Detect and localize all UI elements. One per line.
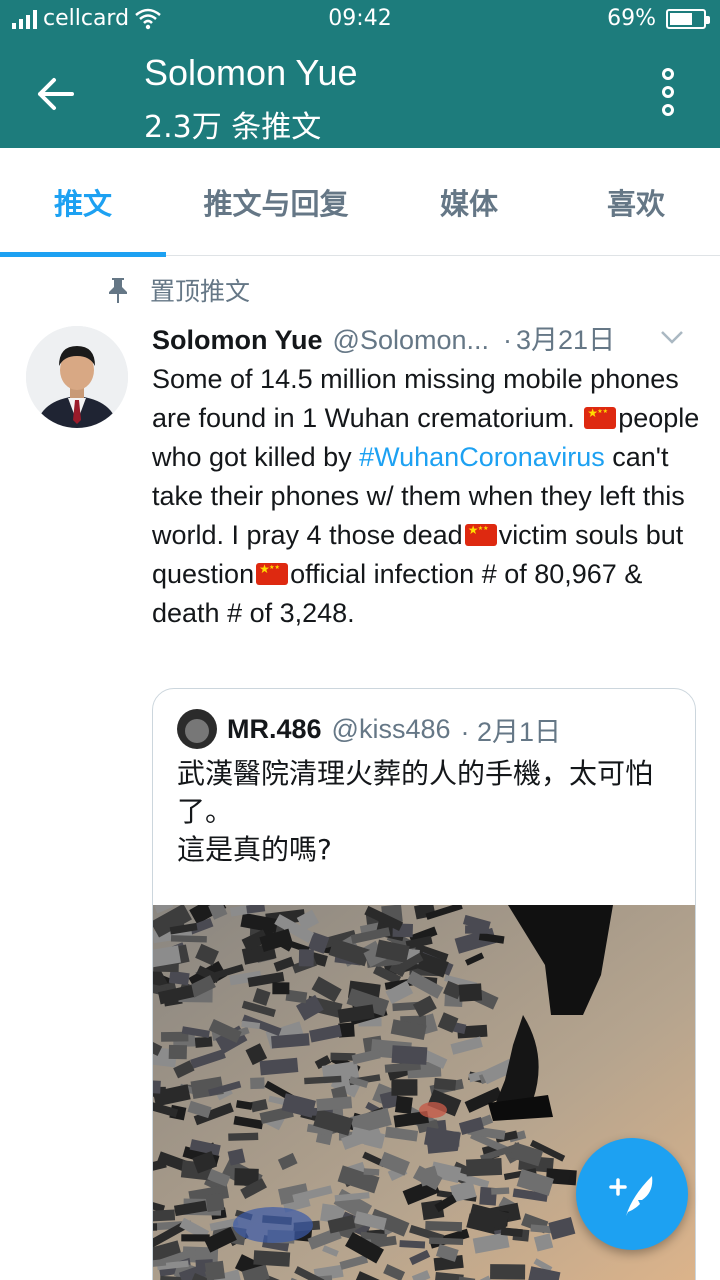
tweet-date[interactable]: 3月21日: [516, 318, 615, 357]
app-bar: Solomon Yue 2.3万 条推文: [0, 38, 720, 148]
phone-shape: [168, 1044, 187, 1060]
quoted-text-line: 這是真的嗎?: [177, 833, 332, 866]
phone-shape: [491, 1187, 510, 1195]
phone-shape: [204, 1260, 226, 1280]
phone-shape: [153, 1079, 161, 1094]
phone-shape: [490, 1264, 526, 1280]
arrow-left-icon[interactable]: [30, 68, 82, 120]
phone-shape: [272, 982, 290, 995]
phone-shape: [330, 1052, 356, 1061]
separator-dot: ·: [503, 325, 513, 355]
battery-level: [670, 12, 693, 25]
phone-shape: [429, 1237, 464, 1245]
phone-shape: [253, 1250, 291, 1267]
quoted-avatar: [177, 709, 217, 749]
quoted-tweet-text: 武漢醫院清理火葬的人的手機，太可怕了。 這是真的嗎?: [177, 755, 677, 869]
phone-shape: [181, 1234, 210, 1242]
more-vertical-icon[interactable]: [656, 68, 680, 116]
compose-tweet-icon: [609, 1176, 653, 1216]
avatar-photo: [26, 326, 128, 428]
tweet-text: Some of 14.5 million missing mobile phon…: [152, 360, 712, 633]
phone-shape: [391, 1045, 428, 1065]
phone-shape: [153, 1223, 158, 1231]
phone-shape: [425, 1221, 463, 1232]
phone-shape: [205, 1193, 225, 1212]
pinned-text: 置顶推文: [150, 277, 251, 306]
phone-shape: [394, 1095, 413, 1115]
avatar[interactable]: [26, 326, 128, 428]
tab-media[interactable]: 媒体: [386, 148, 552, 256]
compose-tweet-button[interactable]: [576, 1138, 688, 1250]
author-handle[interactable]: @Solomon...: [333, 325, 489, 356]
china-flag-emoji: [464, 521, 497, 546]
china-flag-emoji: [584, 404, 617, 429]
phone-shape: [433, 1077, 457, 1091]
author-name[interactable]: Solomon Yue: [152, 325, 323, 356]
tab-tweets[interactable]: 推文: [0, 148, 166, 257]
pin-icon: [109, 278, 127, 303]
status-right: 69%: [607, 6, 710, 31]
phone-shape: [250, 1077, 265, 1090]
battery-percent: 69%: [607, 6, 656, 31]
quoted-author-handle: @kiss486: [331, 713, 451, 744]
phone-shape: [153, 1209, 176, 1223]
phone-shape: [170, 935, 207, 943]
phone-shape: [465, 925, 487, 934]
tweet-header: Solomon Yue @Solomon... · 3月21日: [152, 318, 712, 358]
profile-tabs: 推文 推文与回复 媒体 喜欢: [0, 148, 720, 257]
status-bar: cellcard 09:42 69%: [0, 0, 720, 38]
hashtag-link[interactable]: #WuhanCoronavirus: [359, 442, 605, 472]
battery-icon: [666, 8, 710, 29]
chevron-down-icon[interactable]: [660, 330, 684, 344]
tab-likes[interactable]: 喜欢: [552, 148, 720, 256]
phone-shape: [466, 1158, 503, 1177]
phone-shape: [391, 1079, 418, 1096]
quoted-tweet-date: · 2月1日: [460, 716, 562, 747]
quoted-tweet-header: MR.486 @kiss486 · 2月1日: [177, 709, 561, 749]
quoted-text-line: 武漢醫院清理火葬的人的手機，太可怕了。: [177, 757, 654, 828]
tab-tweets-and-replies[interactable]: 推文与回复: [166, 148, 386, 256]
profile-title: Solomon Yue: [144, 52, 358, 93]
phone-shape: [194, 1036, 213, 1048]
phone-shape: [228, 1132, 259, 1141]
tweet-count: 2.3万 条推文: [144, 110, 322, 145]
china-flag-emoji: [256, 560, 289, 585]
quoted-author-name: MR.486: [227, 713, 322, 744]
pinned-tweet-label: 置顶推文: [106, 272, 250, 308]
phone-shape: [458, 983, 483, 1002]
phone-shape: [399, 1240, 426, 1249]
phone-shape: [363, 1168, 380, 1176]
phone-shape: [298, 949, 314, 967]
